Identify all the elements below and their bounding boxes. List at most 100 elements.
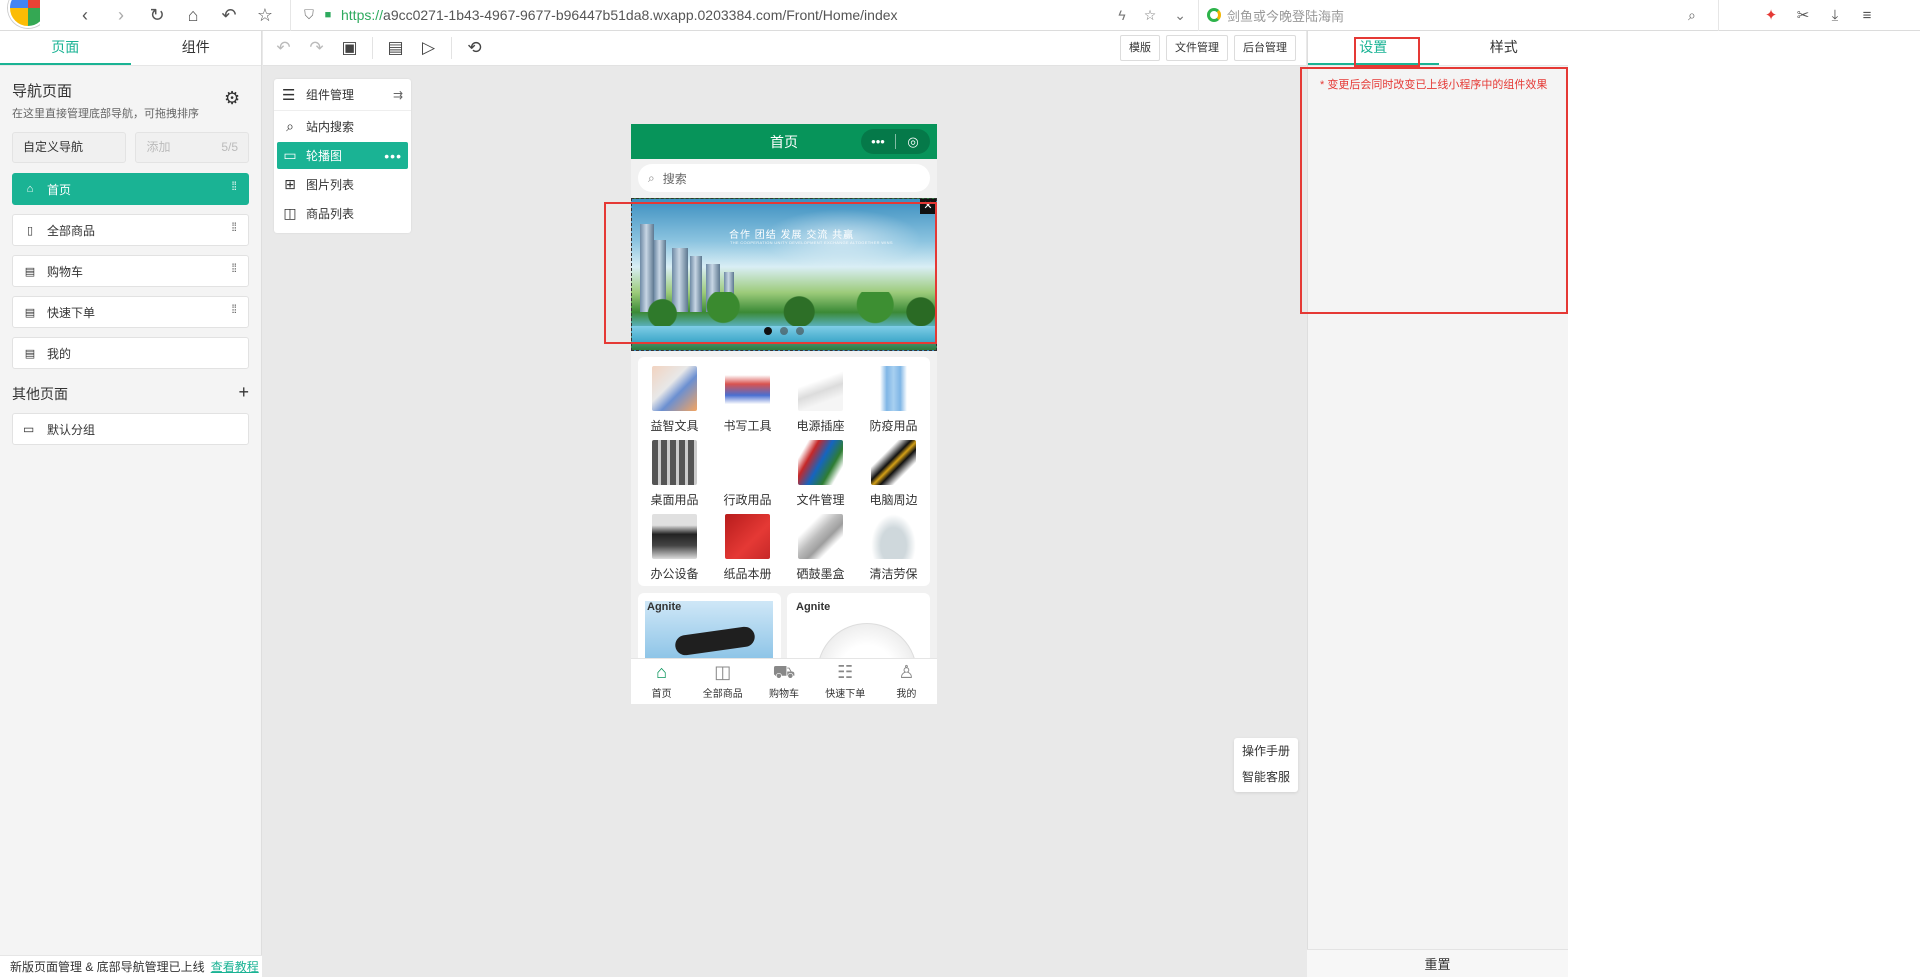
drag-handle-icon[interactable]: ⁞⁞ [231, 262, 237, 274]
preview-play-icon[interactable]: ▷ [412, 31, 445, 66]
gear-icon[interactable]: ⚙ [224, 88, 244, 108]
download-icon[interactable]: ⤓ [1826, 6, 1844, 24]
category-label: 文件管理 [796, 493, 845, 507]
component-carousel[interactable]: ▭ 轮播图 ••• [277, 142, 408, 169]
search-icon[interactable]: ⌕ [1688, 7, 1718, 24]
manual-button[interactable]: 操作手册 [1234, 738, 1298, 764]
nav-item-all-products[interactable]: ▯ 全部商品 ⁞⁞ [12, 214, 249, 246]
collapse-icon[interactable]: ⇉ [393, 88, 403, 102]
tabbar-label: 首页 [651, 689, 672, 700]
component-product-list[interactable]: ◫ 商品列表 [277, 200, 408, 227]
custom-nav-button[interactable]: 自定义导航 [12, 132, 127, 163]
browser-search-box[interactable]: 剑鱼或今晚登陆海南 ⌕ [1198, 0, 1718, 31]
mini-program-capsule[interactable]: ••• ◎ [861, 129, 930, 154]
category-label: 书写工具 [723, 419, 772, 433]
reload-icon[interactable]: ↻ [146, 4, 168, 26]
menu-icon[interactable]: ≡ [1858, 6, 1876, 24]
category-item[interactable]: 桌面用品 [638, 440, 711, 508]
chevron-down-icon[interactable]: ⌄ [1174, 7, 1186, 24]
nav-item-cart[interactable]: ▤ 购物车 ⁞⁞ [12, 255, 249, 287]
template-button[interactable]: 模版 [1120, 35, 1160, 61]
bookmark-star-icon[interactable]: ☆ [254, 4, 276, 26]
tutorial-link[interactable]: 查看教程 [211, 960, 259, 974]
url-text[interactable]: https://a9cc0271-1b43-4967-9677-b96447b5… [341, 7, 898, 23]
address-bar[interactable]: ⛉ ■ https://a9cc0271-1b43-4967-9677-b964… [290, 0, 1198, 31]
phone-search-bar[interactable]: ⌕ 搜索 [638, 164, 930, 192]
category-item[interactable]: 硒鼓墨盒 [784, 514, 857, 582]
file-manager-button[interactable]: 文件管理 [1166, 35, 1228, 61]
drag-handle-icon[interactable]: ⁞⁞ [231, 221, 237, 233]
nav-item-home[interactable]: ⌂ 首页 ⁞⁞ [12, 173, 249, 205]
nav-item-quick-order[interactable]: ▤ 快速下单 ⁞⁞ [12, 296, 249, 328]
drag-handle-icon[interactable]: ⁞⁞ [231, 180, 237, 192]
undo-close-icon[interactable]: ↶ [218, 4, 240, 26]
carousel-icon: ▭ [283, 147, 297, 163]
default-group[interactable]: ▭ 默认分组 [12, 413, 249, 445]
settings-notice: * 变更后会同时改变已上线小程序中的组件效果 [1320, 79, 1548, 91]
back-icon[interactable]: ‹ [74, 4, 96, 26]
category-item[interactable]: 书写工具 [711, 366, 784, 434]
tabbar-mine[interactable]: ♙ 我的 [876, 659, 937, 704]
tabbar-all-products[interactable]: ◫ 全部商品 [692, 659, 753, 704]
category-item[interactable]: 行政用品 [711, 440, 784, 508]
category-item[interactable]: 文件管理 [784, 440, 857, 508]
blank-area [1568, 31, 1920, 977]
component-image-list[interactable]: ⊞ 图片列表 [277, 171, 408, 198]
tabbar-home[interactable]: ⌂ 首页 [631, 659, 692, 704]
list-icon: ☷ [837, 662, 854, 682]
tab-pages[interactable]: 页面 [0, 31, 131, 65]
favorite-star-icon[interactable]: ☆ [1144, 7, 1157, 24]
add-nav-button[interactable]: 添加 5/5 [135, 132, 249, 163]
category-item[interactable]: 电源插座 [784, 366, 857, 434]
layers-icon: ☰ [282, 86, 296, 104]
add-page-icon[interactable]: + [238, 383, 249, 404]
home-icon[interactable]: ⌂ [182, 4, 204, 26]
nav-item-mine[interactable]: ▤ 我的 [12, 337, 249, 369]
tabbar-quick-order[interactable]: ☷ 快速下单 [815, 659, 876, 704]
history-icon[interactable]: ⟲ [458, 31, 491, 66]
forward-icon[interactable]: › [110, 4, 132, 26]
component-search[interactable]: ⌕ 站内搜索 [277, 113, 408, 140]
promo-brand: Agnite [647, 601, 682, 613]
lock-icon: ■ [324, 9, 332, 21]
tabbar-cart[interactable]: ⛟ 购物车 [753, 659, 814, 704]
nav-item-label: 我的 [47, 346, 72, 361]
redo-icon[interactable]: ↷ [300, 31, 333, 66]
category-item[interactable]: 清洁劳保 [857, 514, 930, 582]
browser-search-input[interactable]: 剑鱼或今晚登陆海南 [1227, 6, 1688, 25]
shield-icon: ⛉ [304, 7, 314, 22]
carousel-banner[interactable]: 合作 团结 发展 交流 共赢 THE COOPERATION UNITY DEV… [631, 198, 937, 351]
category-label: 清洁劳保 [869, 567, 918, 581]
category-item[interactable]: 电脑周边 [857, 440, 930, 508]
category-label: 行政用品 [723, 493, 772, 507]
close-target-icon[interactable]: ◎ [896, 134, 930, 150]
tab-settings[interactable]: 设置 [1308, 31, 1439, 65]
more-icon[interactable]: ••• [861, 134, 895, 149]
carousel-dots[interactable] [764, 327, 804, 335]
promo-brand: Agnite [796, 601, 831, 613]
promo-card[interactable]: Agnite [638, 593, 781, 663]
category-item[interactable]: 防疫用品 [857, 366, 930, 434]
archive-icon[interactable]: ▤ [379, 31, 412, 66]
promo-card[interactable]: Agnite [787, 593, 930, 663]
category-item[interactable]: 益智文具 [638, 366, 711, 434]
drag-handle-icon[interactable]: ⁞⁞ [231, 303, 237, 315]
undo-icon[interactable]: ↶ [267, 31, 300, 66]
category-item[interactable]: 纸品本册 [711, 514, 784, 582]
category-item[interactable]: 办公设备 [638, 514, 711, 582]
more-icon[interactable]: ••• [384, 148, 402, 164]
close-icon[interactable]: ✕ [920, 199, 936, 214]
category-label: 益智文具 [650, 419, 699, 433]
reset-button[interactable]: 重置 [1307, 949, 1568, 977]
nav-pages-title: 导航页面 [12, 83, 73, 100]
save-icon[interactable]: ▣ [333, 31, 366, 66]
lightning-icon[interactable]: ϟ [1118, 7, 1125, 23]
admin-button[interactable]: 后台管理 [1234, 35, 1296, 61]
tab-components[interactable]: 组件 [131, 31, 262, 65]
tab-style[interactable]: 样式 [1439, 31, 1570, 65]
category-label: 电源插座 [796, 419, 845, 433]
smart-service-button[interactable]: 智能客服 [1234, 764, 1298, 790]
windows-icon[interactable] [1731, 7, 1748, 24]
gamepad-icon[interactable]: ✦ [1762, 6, 1780, 24]
scissors-icon[interactable]: ✂ [1794, 6, 1812, 24]
